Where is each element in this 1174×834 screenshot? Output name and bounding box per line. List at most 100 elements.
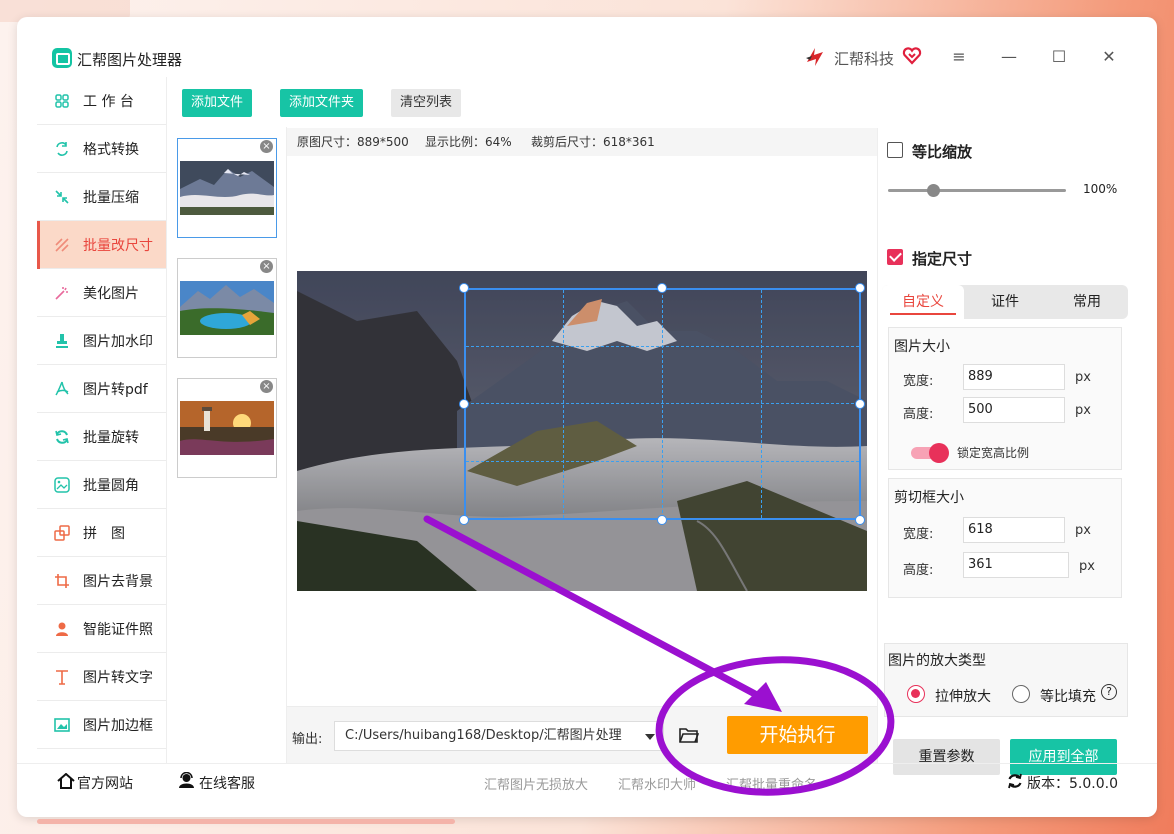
crop-size-group: 剪切框大小 宽度: 618 px 高度: 361 px [888, 478, 1122, 598]
fill-radio[interactable] [1012, 685, 1030, 703]
maximize-button[interactable]: ☐ [1049, 47, 1069, 67]
crop-handle-left[interactable] [459, 399, 469, 409]
stretch-radio[interactable] [907, 685, 925, 703]
sidebar-item-label: 批量旋转 [83, 429, 139, 446]
crop-height-unit: px [1079, 559, 1095, 574]
close-button[interactable]: ✕ [1099, 47, 1119, 67]
round-corner-icon [53, 476, 71, 494]
scale-slider-knob[interactable] [926, 184, 940, 197]
image-width-input[interactable]: 889 [963, 364, 1065, 390]
sidebar-item-watermark[interactable]: 图片加水印 [37, 317, 166, 365]
sidebar-item-id-photo[interactable]: 智能证件照 [37, 605, 166, 653]
sidebar-item-workbench[interactable]: 工 作 台 [37, 77, 166, 125]
title-bar: 汇帮图片处理器 汇帮科技 ≡ — ☐ ✕ [17, 17, 1157, 77]
crop-width-input[interactable]: 618 [963, 517, 1065, 543]
crop-grid-line [466, 403, 859, 404]
sidebar-item-label: 拼 图 [83, 525, 125, 542]
support-icon [179, 772, 194, 788]
image-height-input[interactable]: 500 [963, 397, 1065, 423]
tab-custom[interactable]: 自定义 [882, 285, 964, 319]
add-folder-button[interactable]: 添加文件夹 [280, 89, 364, 117]
output-path-text: C:/Users/huibang168/Desktop/汇帮图片处理 [345, 728, 622, 743]
crop-grid-line [761, 290, 762, 518]
scale-slider[interactable] [888, 189, 1066, 192]
crop-handle-top[interactable] [657, 283, 667, 293]
image-width-unit: px [1075, 370, 1091, 385]
sidebar-item-beautify[interactable]: 美化图片 [37, 269, 166, 317]
sidebar-item-add-border[interactable]: 图片加边框 [37, 701, 166, 749]
sidebar-item-batch-compress[interactable]: 批量压缩 [37, 173, 166, 221]
tab-id[interactable]: 证件 [964, 285, 1046, 319]
version-text: 版本：5.0.0.0 [1027, 776, 1118, 792]
sidebar-item-label: 工 作 台 [83, 93, 134, 110]
sidebar-item-label: 批量压缩 [83, 189, 139, 206]
official-website-link[interactable]: 官方网站 [77, 773, 133, 793]
thumbnail-item[interactable]: × [177, 258, 277, 358]
crop-handle-bottom[interactable] [657, 515, 667, 525]
sidebar-item-label: 智能证件照 [83, 621, 153, 638]
folder-icon[interactable] [679, 726, 699, 744]
clear-list-button[interactable]: 清空列表 [391, 89, 462, 117]
add-file-button[interactable]: 添加文件 [182, 89, 253, 117]
sidebar-item-format-convert[interactable]: 格式转换 [37, 125, 166, 173]
tab-common[interactable]: 常用 [1046, 285, 1128, 319]
stretch-label: 拉伸放大 [935, 689, 991, 705]
lock-ratio-toggle[interactable] [911, 443, 949, 463]
sidebar-item-round-corner[interactable]: 批量圆角 [37, 461, 166, 509]
online-support-link[interactable]: 在线客服 [199, 773, 255, 793]
thumbnail-item[interactable]: × [177, 138, 277, 238]
link-lossless-enlarge[interactable]: 汇帮图片无损放大 [484, 774, 588, 793]
thumbnail-lake [180, 281, 274, 335]
thumbnail-item[interactable]: × [177, 378, 277, 478]
id-photo-icon [53, 620, 71, 638]
output-label: 输出: [292, 732, 323, 747]
link-watermark-master[interactable]: 汇帮水印大师 [618, 774, 696, 793]
crop-height-input[interactable]: 361 [963, 552, 1069, 578]
crop-handle-bottom-right[interactable] [855, 515, 865, 525]
proportional-checkbox[interactable] [887, 142, 903, 158]
start-button[interactable]: 开始执行 [727, 716, 868, 754]
remove-thumbnail-icon[interactable]: × [260, 380, 273, 393]
sidebar-item-collage[interactable]: 拼 图 [37, 509, 166, 557]
sidebar-item-remove-bg[interactable]: 图片去背景 [37, 557, 166, 605]
lock-ratio-label: 锁定宽高比例 [957, 446, 1030, 460]
crop-handle-right[interactable] [855, 399, 865, 409]
crop-box[interactable] [464, 288, 861, 520]
crop-width-label: 宽度: [903, 527, 934, 542]
sidebar: 工 作 台 格式转换 批量压缩 批量改尺寸 美化图片 图片加水印 图片转pdf … [37, 77, 167, 763]
specify-size-checkbox[interactable] [887, 249, 903, 265]
image-width-label: 宽度: [903, 374, 934, 389]
link-batch-rename[interactable]: 汇帮批量重命名 [726, 774, 817, 793]
output-path-select[interactable]: C:/Users/huibang168/Desktop/汇帮图片处理 [334, 721, 664, 751]
crop-grid-line [563, 290, 564, 518]
menu-icon[interactable]: ≡ [949, 47, 969, 67]
crop-handle-top-left[interactable] [459, 283, 469, 293]
sidebar-item-to-text[interactable]: 图片转文字 [37, 653, 166, 701]
brand-logo-icon [806, 48, 823, 66]
size-tabs: 自定义 证件 常用 [882, 285, 1128, 319]
refresh-icon [1008, 773, 1022, 789]
minimize-button[interactable]: — [999, 47, 1019, 67]
remove-thumbnail-icon[interactable]: × [260, 140, 273, 153]
crop-grid-line [466, 346, 859, 347]
sidebar-item-batch-resize[interactable]: 批量改尺寸 [37, 221, 166, 269]
sidebar-item-batch-rotate[interactable]: 批量旋转 [37, 413, 166, 461]
sidebar-item-label: 图片去背景 [83, 573, 153, 590]
remove-thumbnail-icon[interactable]: × [260, 260, 273, 273]
thumbnail-list: × × × [167, 127, 287, 763]
fill-label: 等比填充 [1040, 689, 1096, 705]
convert-icon [53, 140, 71, 158]
preview-area [287, 156, 877, 706]
sidebar-item-label: 图片转文字 [83, 669, 153, 686]
help-icon[interactable]: ? [1101, 684, 1117, 700]
sidebar-item-label: 批量改尺寸 [83, 237, 153, 254]
preview-image [297, 271, 867, 591]
image-height-unit: px [1075, 403, 1091, 418]
image-size-title: 图片大小 [894, 339, 950, 355]
crop-handle-top-right[interactable] [855, 283, 865, 293]
crop-height-label: 高度: [903, 563, 934, 578]
app-logo-icon [52, 48, 72, 68]
settings-panel: 等比缩放 100% 指定尺寸 自定义 证件 常用 图片大小 宽度: 889 px… [877, 128, 1137, 775]
sidebar-item-to-pdf[interactable]: 图片转pdf [37, 365, 166, 413]
crop-handle-bottom-left[interactable] [459, 515, 469, 525]
